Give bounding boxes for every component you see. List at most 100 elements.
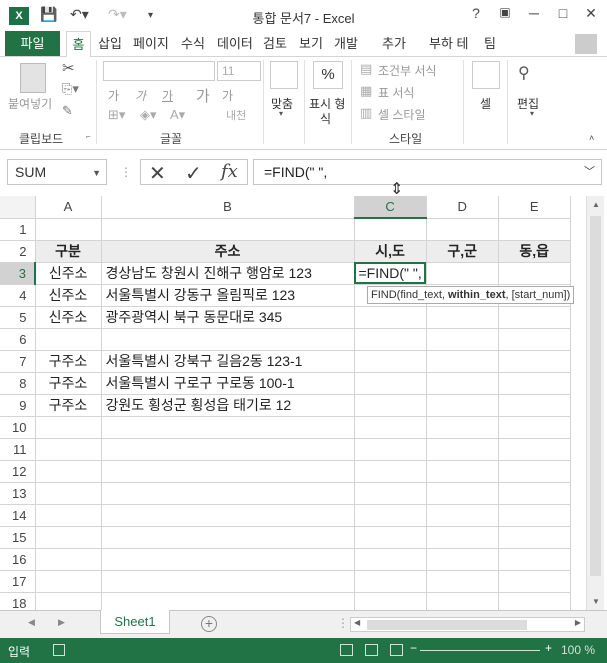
tab-insert[interactable]: 삽입 [96,31,124,56]
cell-c-10[interactable] [354,416,427,439]
restore-button[interactable]: □ [552,5,574,21]
cancel-icon[interactable]: ✕ [149,161,166,186]
cell-c-3[interactable]: =FIND(" ", [354,262,427,285]
cell-e-3[interactable] [498,262,571,285]
column-header-d[interactable]: D [426,196,499,219]
row-header[interactable]: 14 [0,504,36,527]
cell-a-13[interactable] [35,482,102,505]
increase-font-button[interactable]: 가 [196,85,210,106]
cell-b-12[interactable] [101,460,355,483]
normal-view-icon[interactable] [340,644,353,656]
cell-c-11[interactable] [354,438,427,461]
fill-color-icon[interactable]: ◈▾ [140,107,157,123]
cell-a-15[interactable] [35,526,102,549]
cell-c-1[interactable] [354,218,427,241]
cell-b-8[interactable]: 서울특별시 구로구 구로동 100-1 [101,372,355,395]
italic-button[interactable]: 가 [135,87,146,104]
cell-a-5[interactable]: 신주소 [35,306,102,329]
worksheet-grid[interactable]: A B C D E 1 2 구분 주소 시,도 구,군 동,읍 3 신주소 경상남도 창원시 진해… [0,196,607,610]
cells-icon[interactable] [472,61,500,89]
font-color-icon[interactable]: A▾ [170,107,185,123]
cell-b-9[interactable]: 강원도 횡성군 횡성읍 태기로 12 [101,394,355,417]
cell-a-1[interactable] [35,218,102,241]
cell-a-6[interactable] [35,328,102,351]
cell-a-14[interactable] [35,504,102,527]
table-format-button[interactable]: 표 서식 [378,84,414,101]
cell-d-10[interactable] [426,416,499,439]
tab-data[interactable]: 데이터 [215,31,255,56]
cell-e-5[interactable] [498,306,571,329]
underline-button[interactable]: 가 [162,87,173,104]
cell-c-5[interactable] [354,306,427,329]
add-sheet-icon[interactable]: + [201,616,217,632]
next-sheet-icon[interactable]: ▶ [58,617,65,628]
scroll-right-icon[interactable]: ▶ [575,618,581,627]
row-header[interactable]: 7 [0,350,36,373]
cell-d-15[interactable] [426,526,499,549]
tab-developer[interactable]: 개발 [332,31,360,56]
page-layout-view-icon[interactable] [365,644,378,656]
cell-e-6[interactable] [498,328,571,351]
tab-formulas[interactable]: 수식 [179,31,207,56]
cells-button[interactable]: 셀 [480,95,491,112]
cell-e-8[interactable] [498,372,571,395]
font-size-select[interactable]: 11 [217,61,261,81]
zoom-out-icon[interactable]: − [410,641,417,655]
cell-a-8[interactable]: 구주소 [35,372,102,395]
row-header[interactable]: 1 [0,218,36,241]
prev-sheet-icon[interactable]: ◀ [28,617,35,628]
tab-addins[interactable]: 추가 [380,31,408,56]
cell-e-10[interactable] [498,416,571,439]
name-box[interactable]: SUM ▼ [7,159,107,185]
cell-c-2[interactable]: 시,도 [354,240,427,263]
clipboard-launcher-icon[interactable]: ⌐ [86,132,91,141]
editing-dropdown-icon[interactable]: ▾ [530,109,534,118]
row-header[interactable]: 18 [0,592,36,610]
cell-c-17[interactable] [354,570,427,593]
border-icon[interactable]: ⊞▾ [108,107,125,123]
copy-icon[interactable]: ⎘▾ [62,81,79,97]
cell-b-10[interactable] [101,416,355,439]
cell-c-16[interactable] [354,548,427,571]
close-button[interactable]: ✕ [580,5,602,22]
paste-button[interactable]: 붙여넣기 [8,95,52,112]
row-header[interactable]: 6 [0,328,36,351]
cell-d-3[interactable] [426,262,499,285]
cell-d-17[interactable] [426,570,499,593]
row-header[interactable]: 15 [0,526,36,549]
column-header-a[interactable]: A [35,196,102,219]
cell-c-8[interactable] [354,372,427,395]
tab-home[interactable]: 홈 [66,31,91,58]
cell-b-6[interactable] [101,328,355,351]
align-icon[interactable] [270,61,298,89]
row-header[interactable]: 9 [0,394,36,417]
cell-d-13[interactable] [426,482,499,505]
collapse-ribbon-icon[interactable]: ˄ [589,133,594,143]
column-header-e[interactable]: E [498,196,571,219]
row-header[interactable]: 12 [0,460,36,483]
chevron-down-icon[interactable]: ▼ [92,161,101,185]
cell-style-button[interactable]: 셀 스타일 [378,106,426,123]
tab-team[interactable]: 팀 [482,31,498,56]
cell-a-11[interactable] [35,438,102,461]
macro-record-icon[interactable] [53,644,65,656]
zoom-in-icon[interactable]: + [545,641,552,655]
cell-d-9[interactable] [426,394,499,417]
page-break-view-icon[interactable] [390,644,403,656]
row-header[interactable]: 4 [0,284,36,307]
cell-d-18[interactable] [426,592,499,610]
cell-c-12[interactable] [354,460,427,483]
expand-formula-bar-icon[interactable]: ﹀ [584,160,595,184]
cell-d-8[interactable] [426,372,499,395]
select-all-corner[interactable] [0,196,36,219]
alignment-dropdown-icon[interactable]: ▾ [279,109,283,118]
editing-button[interactable]: 편집 [517,95,539,112]
cell-a-7[interactable]: 구주소 [35,350,102,373]
cell-e-13[interactable] [498,482,571,505]
cell-a-12[interactable] [35,460,102,483]
row-header[interactable]: 5 [0,306,36,329]
cell-b-14[interactable] [101,504,355,527]
zoom-slider[interactable] [420,650,540,651]
minimize-button[interactable]: ─ [523,5,545,21]
cell-e-7[interactable] [498,350,571,373]
